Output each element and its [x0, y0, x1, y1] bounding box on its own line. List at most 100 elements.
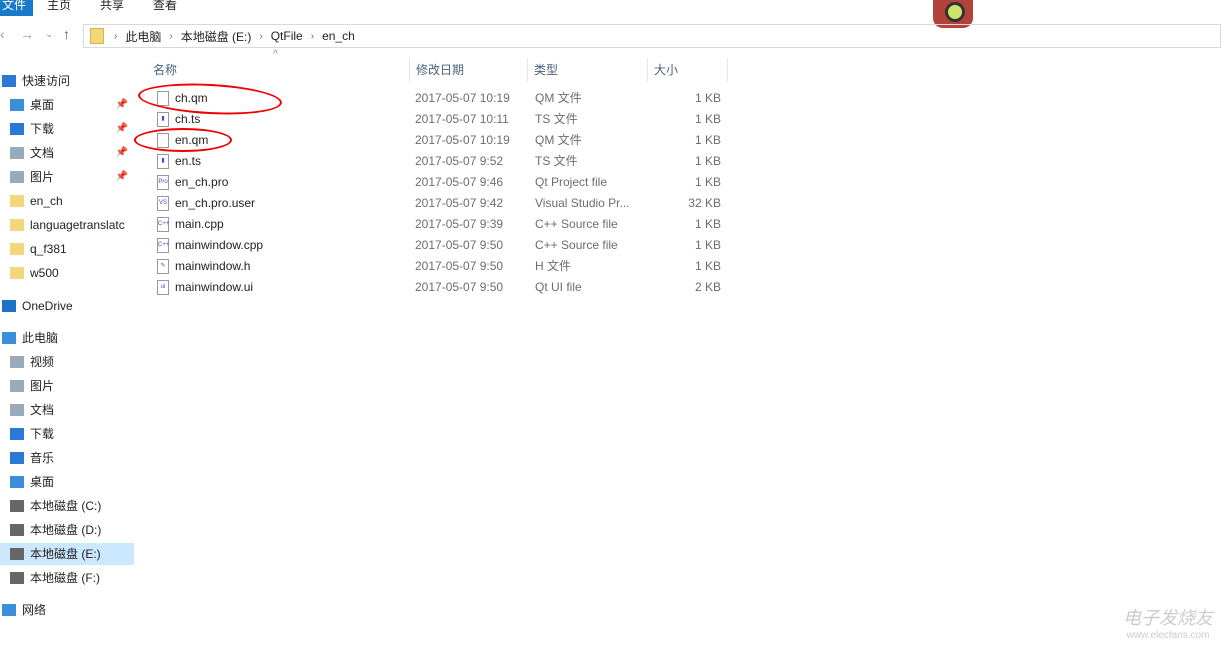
file-row[interactable]: ▮ en.ts 2017-05-07 9:52 TS 文件 1 KB	[137, 151, 737, 172]
watermark-title: 电子发烧友	[1123, 608, 1213, 628]
ribbon: 文件 主页 共享 查看	[0, 0, 1221, 16]
pin-icon[interactable]: 📌	[116, 142, 128, 164]
sidebar-item[interactable]: 网络	[0, 599, 134, 621]
file-row[interactable]: ui mainwindow.ui 2017-05-07 9:50 Qt UI f…	[137, 277, 737, 298]
breadcrumb-this-pc[interactable]: 此电脑	[125, 28, 161, 45]
sidebar-item-label: 桌面	[30, 98, 55, 112]
tab-home[interactable]: 主页	[47, 0, 71, 16]
file-name: en_ch.pro	[175, 175, 229, 189]
sidebar-item-label: 音乐	[30, 451, 55, 465]
sidebar-item[interactable]: 视频	[0, 351, 134, 373]
chevron-right-icon[interactable]: ›	[259, 31, 262, 42]
file-date: 2017-05-07 10:19	[415, 91, 510, 105]
tab-file[interactable]: 文件	[0, 0, 33, 16]
column-header-size[interactable]: 大小	[648, 58, 728, 82]
pin-icon[interactable]: 📌	[116, 166, 128, 188]
desktop-icon	[10, 476, 24, 488]
document-icon	[10, 147, 24, 159]
sidebar-item[interactable]: 本地磁盘 (D:)	[0, 519, 134, 541]
file-row[interactable]: C++ main.cpp 2017-05-07 9:39 C++ Source …	[137, 214, 737, 235]
sidebar-item[interactable]: 快速访问	[0, 70, 134, 92]
folder-icon	[10, 219, 24, 231]
sidebar-item[interactable]: 文档	[0, 399, 134, 421]
sidebar-item[interactable]: OneDrive	[0, 295, 134, 317]
sidebar-item-label: 本地磁盘 (E:)	[30, 547, 101, 561]
file-type: TS 文件	[535, 154, 578, 168]
column-header-name[interactable]: 名称	[147, 58, 410, 82]
chevron-right-icon[interactable]: ›	[311, 31, 314, 42]
forward-icon[interactable]: →	[20, 26, 34, 42]
drive-icon	[10, 548, 24, 560]
address-bar[interactable]: › 此电脑 › 本地磁盘 (E:) › QtFile › en_ch	[83, 24, 1221, 48]
back-icon[interactable]: ‹	[0, 26, 5, 42]
column-header-type[interactable]: 类型	[528, 58, 648, 82]
file-row[interactable]: C++ mainwindow.cpp 2017-05-07 9:50 C++ S…	[137, 235, 737, 256]
sidebar-item[interactable]: 下载 📌	[0, 118, 134, 140]
sidebar-item[interactable]: 图片 📌	[0, 166, 134, 188]
sidebar-item-label: OneDrive	[22, 299, 73, 313]
breadcrumb-qtfile[interactable]: QtFile	[271, 29, 303, 43]
folder-icon	[10, 195, 24, 207]
tab-view[interactable]: 查看	[153, 0, 177, 16]
chevron-right-icon[interactable]: ›	[169, 31, 172, 42]
file-row[interactable]: Pro en_ch.pro 2017-05-07 9:46 Qt Project…	[137, 172, 737, 193]
sidebar-item[interactable]: 桌面	[0, 471, 134, 493]
sidebar-item[interactable]: 图片	[0, 375, 134, 397]
sidebar-item[interactable]: w500	[0, 262, 134, 284]
file-icon	[157, 91, 169, 106]
tab-share[interactable]: 共享	[100, 0, 124, 16]
sidebar-item[interactable]: 文档 📌	[0, 142, 134, 164]
sidebar-item[interactable]: 桌面 📌	[0, 94, 134, 116]
file-date: 2017-05-07 9:50	[415, 238, 504, 252]
file-icon	[157, 133, 169, 148]
sidebar-item-label: q_f381	[30, 242, 67, 256]
file-name: main.cpp	[175, 217, 224, 231]
pin-icon[interactable]: 📌	[116, 94, 128, 116]
breadcrumb-en-ch[interactable]: en_ch	[322, 29, 355, 43]
sidebar-item[interactable]: 本地磁盘 (F:)	[0, 567, 134, 589]
file-date: 2017-05-07 9:46	[415, 175, 504, 189]
pin-icon[interactable]: 📌	[116, 118, 128, 140]
sidebar-item-label: 本地磁盘 (F:)	[30, 571, 100, 585]
file-type: TS 文件	[535, 112, 578, 126]
drive-icon	[10, 500, 24, 512]
sidebar-item-label: 视频	[30, 355, 55, 369]
breadcrumb-drive-e[interactable]: 本地磁盘 (E:)	[181, 28, 252, 45]
file-type: C++ Source file	[535, 217, 618, 231]
file-icon: Pro	[157, 175, 169, 190]
chevron-down-icon[interactable]: ⌄	[45, 29, 53, 40]
sidebar-item[interactable]: 此电脑	[0, 327, 134, 349]
file-row[interactable]: ▮ ch.ts 2017-05-07 10:11 TS 文件 1 KB	[137, 109, 737, 130]
sidebar-item[interactable]: 本地磁盘 (C:)	[0, 495, 134, 517]
sidebar-item[interactable]: 下载	[0, 423, 134, 445]
file-size: 1 KB	[694, 154, 721, 168]
file-row[interactable]: VS en_ch.pro.user 2017-05-07 9:42 Visual…	[137, 193, 737, 214]
sidebar-item-label: 下载	[30, 122, 55, 136]
column-header-date[interactable]: 修改日期	[410, 58, 528, 82]
sidebar-item[interactable]: 本地磁盘 (E:)	[0, 543, 134, 565]
file-type: C++ Source file	[535, 238, 618, 252]
sidebar-item[interactable]: en_ch	[0, 190, 134, 212]
file-size: 2 KB	[694, 280, 721, 294]
file-row[interactable]: ch.qm 2017-05-07 10:19 QM 文件 1 KB	[137, 88, 737, 109]
file-size: 1 KB	[694, 238, 721, 252]
computer-icon	[2, 332, 16, 344]
file-type: QM 文件	[535, 133, 582, 147]
sidebar-item[interactable]: q_f381	[0, 238, 134, 260]
sidebar-item-label: w500	[30, 266, 59, 280]
file-name: en_ch.pro.user	[175, 196, 256, 210]
file-date: 2017-05-07 10:19	[415, 133, 510, 147]
file-icon: ✎	[157, 259, 169, 274]
navigation-pane: 快速访问 桌面 📌 下载 📌 文档 📌 图片 📌 en_ch languagetranslatc q_…	[0, 70, 134, 649]
file-name: mainwindow.ui	[175, 280, 254, 294]
drive-icon	[10, 572, 24, 584]
up-icon[interactable]: ↑	[63, 26, 70, 42]
sidebar-item[interactable]: languagetranslatc	[0, 214, 134, 236]
file-row[interactable]: ✎ mainwindow.h 2017-05-07 9:50 H 文件 1 KB	[137, 256, 737, 277]
folder-icon	[10, 267, 24, 279]
file-row[interactable]: en.qm 2017-05-07 10:19 QM 文件 1 KB	[137, 130, 737, 151]
file-date: 2017-05-07 9:39	[415, 217, 504, 231]
file-date: 2017-05-07 10:11	[415, 112, 509, 126]
chevron-right-icon[interactable]: ›	[114, 31, 117, 42]
sidebar-item[interactable]: 音乐	[0, 447, 134, 469]
